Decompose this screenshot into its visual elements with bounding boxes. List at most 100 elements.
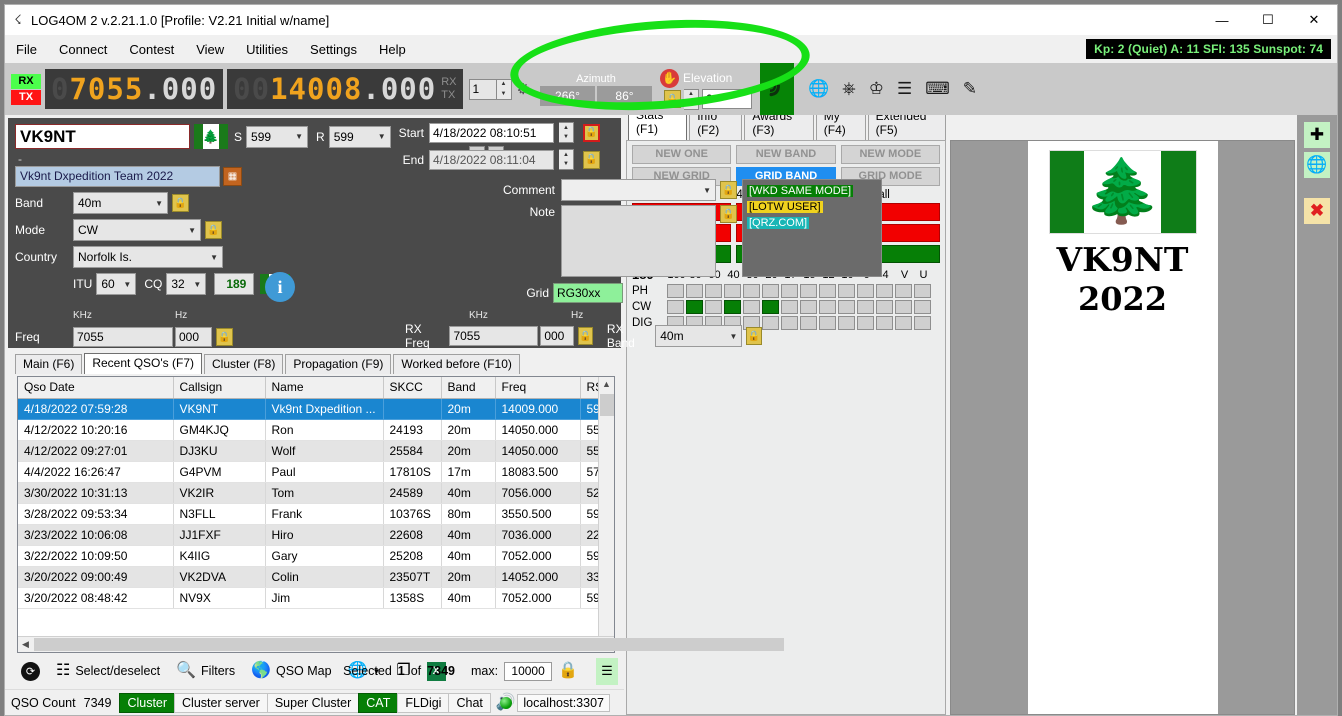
name-input[interactable]: Vk9nt Dxpedition Team 2022: [15, 166, 220, 187]
table-row[interactable]: 3/23/2022 10:06:08 JJ1FXF Hiro 22608 40m 7036…: [18, 524, 614, 546]
matrix-cell[interactable]: [914, 284, 931, 298]
status-button-super-cluster[interactable]: Super Cluster: [266, 692, 360, 713]
menu-item-file[interactable]: File: [5, 38, 48, 61]
matrix-cell[interactable]: [876, 300, 893, 314]
band-lock-icon[interactable]: 🔒: [172, 194, 189, 212]
matrix-cell[interactable]: [876, 316, 893, 330]
tab-propagation[interactable]: Propagation (F9): [285, 354, 392, 374]
start-stepper[interactable]: ▲ ▼: [559, 122, 574, 143]
freq-lock-icon[interactable]: 🔒: [216, 328, 233, 346]
server-icon[interactable]: ☰: [897, 79, 912, 99]
matrix-cell[interactable]: [781, 316, 798, 330]
table-row[interactable]: 3/20/2022 08:48:42 NV9X Jim 1358S 40m 7052.00…: [18, 587, 614, 609]
col-callsign[interactable]: Callsign: [173, 377, 266, 399]
radio-selector[interactable]: 1 ▲ ▼ ⚙: [468, 78, 530, 100]
note-textarea[interactable]: [561, 205, 716, 277]
vertical-scroll-thumb[interactable]: [600, 394, 614, 416]
col-freq[interactable]: Freq: [495, 377, 581, 399]
crown-icon[interactable]: ♔: [869, 79, 884, 99]
col-name[interactable]: Name: [265, 377, 384, 399]
status-new-band[interactable]: NEW BAND: [736, 145, 836, 164]
col-qso-date[interactable]: Qso Date: [18, 377, 174, 399]
rx-freq-hz-input[interactable]: 000: [540, 326, 574, 346]
elevation-lock-icon[interactable]: 🔒: [663, 90, 681, 108]
matrix-cell[interactable]: [762, 316, 779, 330]
callsign-input[interactable]: VK9NT: [15, 124, 190, 149]
matrix-cell[interactable]: [895, 284, 912, 298]
note-lock-icon[interactable]: 🔒: [720, 205, 737, 223]
tx-frequency-display[interactable]: 07055.000: [45, 69, 224, 109]
start-datetime-input[interactable]: 4/18/2022 08:10:51: [429, 122, 554, 143]
matrix-cell[interactable]: [895, 300, 912, 314]
matrix-cell[interactable]: [857, 300, 874, 314]
max-rows-input[interactable]: 10000: [504, 661, 553, 681]
stepper-up-icon[interactable]: ▲: [497, 80, 511, 90]
elevation-input[interactable]: 0: [701, 89, 752, 109]
rst-sent-select[interactable]: 599 ▼: [246, 125, 309, 148]
menu-item-contest[interactable]: Contest: [118, 38, 185, 61]
start-down-icon[interactable]: ▼: [559, 133, 573, 143]
menu-item-connect[interactable]: Connect: [48, 38, 118, 61]
matrix-cell[interactable]: [724, 300, 741, 314]
matrix-cell[interactable]: [819, 284, 836, 298]
rx-freq-lock-icon[interactable]: 🔒: [577, 327, 593, 345]
lock-icon[interactable]: 🔒: [558, 663, 578, 679]
country-select[interactable]: Norfolk Is. ▼: [73, 246, 223, 268]
rx-band-lock-icon[interactable]: 🔒: [746, 327, 762, 345]
mode-lock-icon[interactable]: 🔒: [205, 221, 222, 239]
table-row[interactable]: 3/20/2022 09:00:49 VK2DVA Colin 23507T 20m 14…: [18, 566, 614, 588]
end-up-icon[interactable]: ▲: [559, 150, 573, 160]
server-bars-icon[interactable]: ☰: [596, 657, 618, 685]
matrix-cell[interactable]: [895, 316, 912, 330]
elev-up-icon[interactable]: ▲: [684, 90, 698, 100]
matrix-cell[interactable]: [724, 284, 741, 298]
scroll-up-icon[interactable]: ▲: [602, 377, 611, 392]
table-row[interactable]: 3/22/2022 10:09:50 K4IIG Gary 25208 40m 7052.…: [18, 545, 614, 567]
end-lock-icon[interactable]: 🔒: [583, 150, 600, 169]
keyboard-icon[interactable]: ⌨: [925, 79, 950, 99]
matrix-cell[interactable]: [743, 284, 760, 298]
maximize-button[interactable]: ☐: [1245, 5, 1291, 36]
qsl-card-icon[interactable]: ▦: [223, 167, 242, 186]
elev-down-icon[interactable]: ▼: [684, 99, 698, 109]
matrix-cell[interactable]: [800, 300, 817, 314]
rx-frequency-display[interactable]: 0014008.000 RX TX: [227, 69, 463, 109]
comment-select[interactable]: ▼: [561, 179, 716, 201]
table-row[interactable]: 4/4/2022 16:26:47 G4PVM Paul 17810S 17m 18083…: [18, 461, 614, 483]
grid-input[interactable]: RG30xx: [553, 283, 623, 303]
table-row[interactable]: 4/12/2022 09:27:01 DJ3KU Wolf 25584 20m 14050…: [18, 440, 614, 462]
menu-item-help[interactable]: Help: [368, 38, 417, 61]
red-x-icon[interactable]: ✖: [1304, 198, 1330, 224]
end-down-icon[interactable]: ▼: [559, 160, 573, 170]
tab-main[interactable]: Main (F6): [15, 354, 83, 374]
globe-icon[interactable]: 🌐: [808, 79, 829, 99]
rx-band-select[interactable]: 40m ▼: [655, 325, 743, 347]
rx-freq-khz-input[interactable]: 7055: [449, 326, 539, 346]
matrix-cell[interactable]: [914, 300, 931, 314]
signal-icon[interactable]: [759, 63, 794, 115]
freq-hz-input[interactable]: 000: [175, 327, 212, 347]
table-row[interactable]: 3/28/2022 09:53:34 N3FLL Frank 10376S 80m 355…: [18, 503, 614, 525]
matrix-cell[interactable]: [876, 284, 893, 298]
start-up-icon[interactable]: ▲: [559, 123, 573, 133]
refresh-button[interactable]: ⟳: [21, 661, 40, 681]
status-button-cat[interactable]: CAT: [358, 692, 399, 713]
keyer-icon[interactable]: ⎈: [842, 79, 856, 99]
mode-select[interactable]: CW ▼: [73, 219, 201, 241]
table-row[interactable]: 4/18/2022 07:59:28 VK9NT Vk9nt Dxpedition …: [18, 398, 614, 420]
end-datetime-input[interactable]: 4/18/2022 08:11:04: [429, 149, 554, 170]
table-row[interactable]: 3/30/2022 10:31:13 VK2IR Tom 24589 40m 7056.0…: [18, 482, 614, 504]
tab-worked-before[interactable]: Worked before (F10): [393, 354, 520, 374]
status-button-chat[interactable]: Chat: [448, 692, 491, 713]
col-skcc[interactable]: SKCC: [383, 377, 442, 399]
matrix-cell[interactable]: [857, 316, 874, 330]
itu-select[interactable]: 60 ▼: [96, 273, 137, 295]
stepper-down-icon[interactable]: ▼: [497, 89, 511, 99]
qso-map-button[interactable]: 🌎 QSO Map: [251, 663, 332, 679]
horizontal-scroll-thumb[interactable]: [34, 638, 784, 651]
freq-khz-input[interactable]: 7055: [73, 327, 173, 347]
matrix-cell[interactable]: [705, 284, 722, 298]
tab-recent-qsos[interactable]: Recent QSO's (F7): [84, 353, 202, 374]
info-icon[interactable]: i: [265, 272, 295, 302]
matrix-cell[interactable]: [819, 316, 836, 330]
